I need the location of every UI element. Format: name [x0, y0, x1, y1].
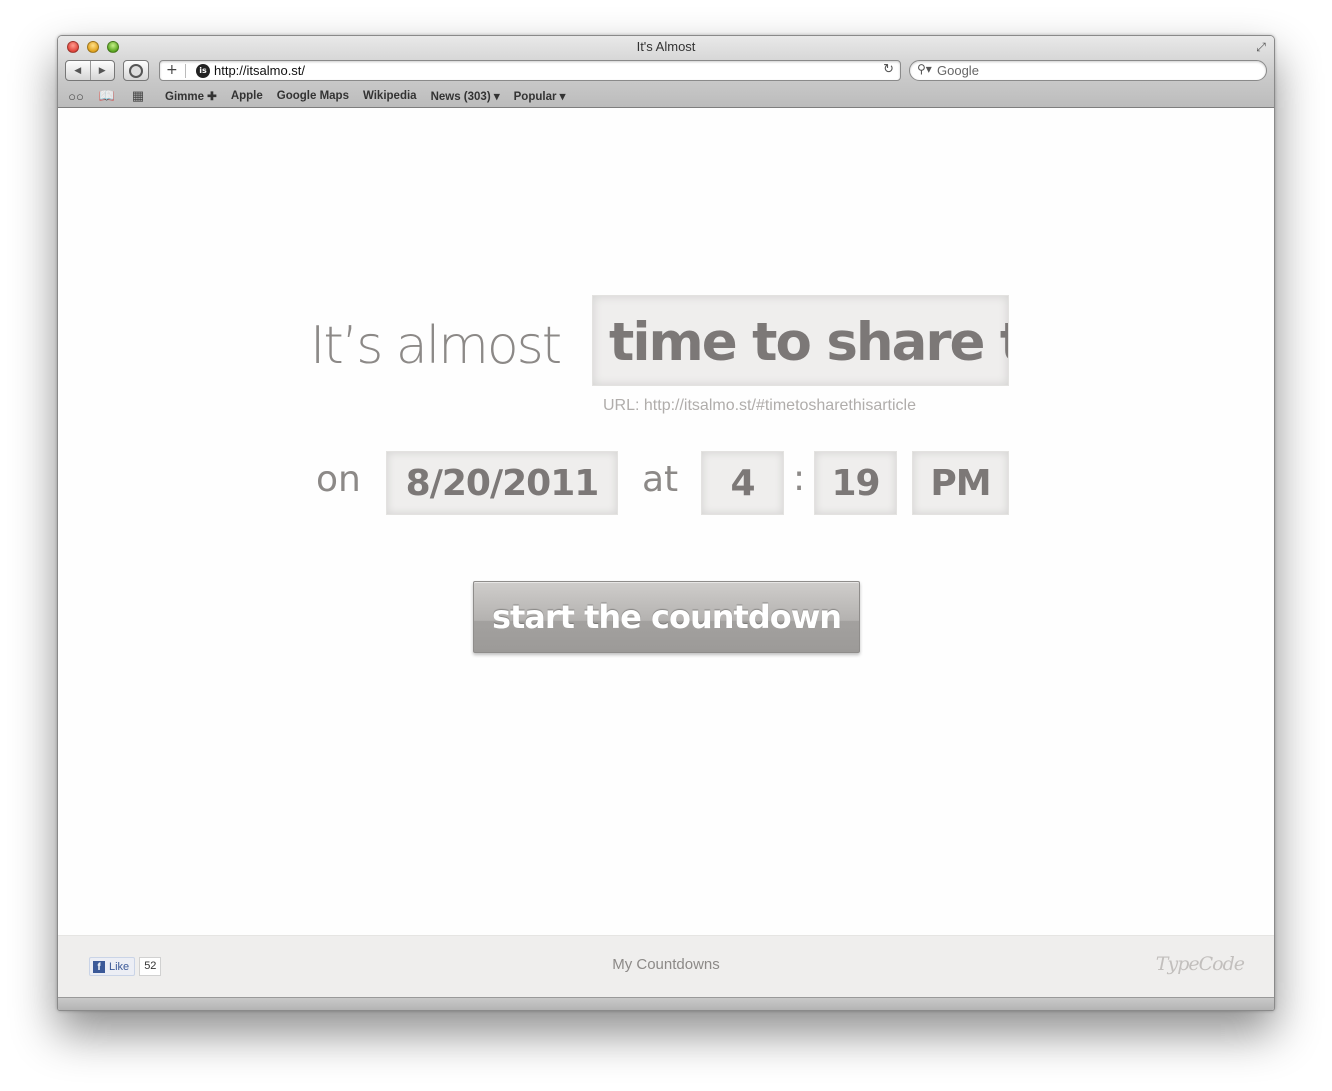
forward-arrow-icon: ▶ [98, 65, 106, 76]
event-name-input[interactable]: time to share tl [592, 295, 1009, 386]
top-sites-grid-icon[interactable]: ▦ [129, 88, 147, 104]
bookmark-wikipedia[interactable]: Wikipedia [363, 90, 417, 102]
bookmarks-book-icon[interactable]: 📖 [98, 88, 116, 104]
date-input[interactable]: 8/20/2011 [386, 451, 618, 515]
typecode-logo[interactable]: TypeCode [1156, 953, 1245, 975]
add-bookmark-button[interactable]: + [166, 62, 178, 78]
browser-window: It's Almost ⤢ ◀ ▶ + is http://itsalmo.st… [57, 35, 1275, 1011]
headline-prefix: It’s almost [310, 316, 562, 376]
time-separator: : [793, 458, 806, 499]
on-label: on [316, 459, 361, 500]
address-bar-divider [185, 64, 186, 78]
reader-button[interactable] [123, 60, 149, 81]
search-field[interactable]: ⚲▾ Google [909, 60, 1267, 81]
address-bar[interactable]: + is http://itsalmo.st/ ↻ [159, 60, 901, 81]
event-name-value: time to share tl [609, 312, 1009, 373]
page-content: It’s almost time to share tl URL: http:/… [58, 108, 1274, 936]
site-favicon-icon: is [196, 64, 210, 78]
hour-input[interactable]: 4 [701, 451, 784, 515]
status-bar [58, 997, 1274, 1010]
back-arrow-icon: ◀ [74, 65, 82, 76]
reading-list-icon[interactable]: ○○ [67, 89, 85, 104]
back-button[interactable]: ◀ [66, 61, 90, 80]
bookmark-gimme[interactable]: Gimme ✚ [165, 89, 217, 103]
url-hint: URL: http://itsalmo.st/#timetosharethisa… [603, 397, 917, 414]
window-title: It's Almost [636, 39, 696, 54]
reader-icon [129, 63, 143, 78]
url-text[interactable]: http://itsalmo.st/ [214, 63, 305, 78]
my-countdowns-link: My Countdowns [58, 956, 1274, 973]
start-countdown-button[interactable]: start the countdown [473, 581, 860, 653]
at-label: at [642, 459, 679, 500]
search-placeholder: Google [937, 63, 979, 78]
nav-buttons: ◀ ▶ [65, 60, 115, 81]
minute-input[interactable]: 19 [814, 451, 897, 515]
reload-icon[interactable]: ↻ [883, 62, 894, 77]
ampm-select[interactable]: PM [912, 451, 1009, 515]
fullscreen-icon[interactable]: ⤢ [1254, 40, 1268, 54]
browser-chrome: It's Almost ⤢ ◀ ▶ + is http://itsalmo.st… [58, 36, 1274, 108]
bookmarks-bar: ○○ 📖 ▦ Gimme ✚ Apple Google Maps Wikiped… [58, 86, 1274, 106]
bookmark-popular[interactable]: Popular ▾ [514, 89, 566, 103]
footer: f Like 52 My Countdowns TypeCode [58, 935, 1274, 997]
forward-button[interactable]: ▶ [89, 61, 115, 80]
search-icon[interactable]: ⚲▾ [917, 62, 932, 76]
bookmark-apple[interactable]: Apple [231, 90, 263, 102]
bookmark-google-maps[interactable]: Google Maps [277, 90, 349, 102]
bookmark-news[interactable]: News (303) ▾ [431, 89, 500, 103]
my-countdowns-label[interactable]: My Countdowns [612, 956, 720, 973]
